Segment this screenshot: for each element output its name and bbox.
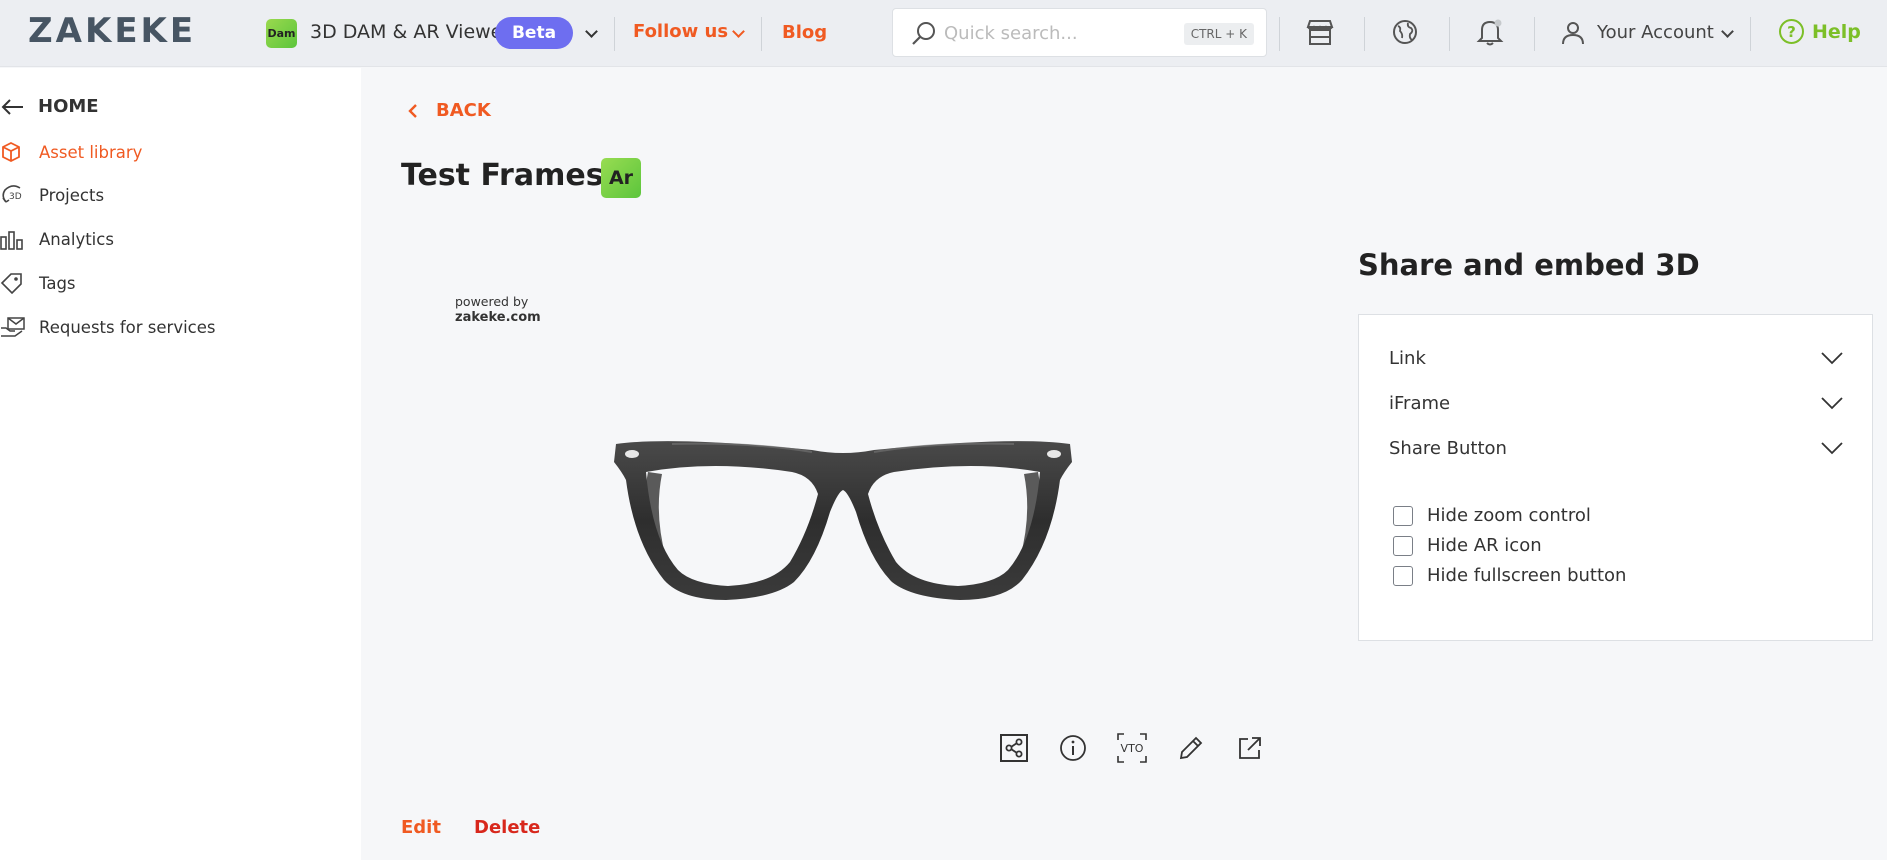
accordion-label: iFrame	[1389, 392, 1451, 414]
viewer-toolbar: VTO	[997, 731, 1266, 764]
services-icon	[0, 315, 28, 339]
vto-icon[interactable]: VTO	[1115, 731, 1148, 764]
divider	[614, 17, 615, 51]
edit-link[interactable]: Edit	[401, 817, 441, 838]
powered-by-domain: zakeke.com	[455, 310, 541, 325]
sidebar-item-label: Requests for services	[39, 317, 216, 337]
search-input[interactable]: Quick search...	[944, 23, 1078, 44]
product-chevron-down-icon[interactable]	[585, 25, 598, 38]
beta-badge: Beta	[495, 17, 573, 49]
back-button[interactable]: BACK	[408, 100, 491, 121]
cube-icon	[0, 140, 28, 164]
sidebar-item-label: Tags	[39, 273, 76, 293]
logo-text: ZAKEKE	[28, 11, 197, 51]
user-icon[interactable]	[1560, 20, 1586, 46]
checkbox-label: Hide AR icon	[1427, 535, 1542, 556]
arrow-left-icon	[1, 98, 23, 115]
home-link[interactable]: HOME	[0, 96, 99, 117]
accordion-label: Share Button	[1389, 437, 1507, 459]
3d-rotate-icon: 3D	[0, 183, 28, 207]
checkbox[interactable]	[1393, 535, 1413, 556]
option-hide-ar-icon[interactable]: Hide AR icon	[1393, 535, 1542, 556]
help-label: Help	[1812, 20, 1861, 43]
bar-chart-icon	[0, 227, 28, 251]
accordion-iframe[interactable]: iFrame	[1389, 388, 1844, 418]
external-link-icon[interactable]	[1233, 731, 1266, 764]
globe-icon[interactable]	[1389, 16, 1421, 48]
checkbox[interactable]	[1393, 505, 1413, 526]
delete-link[interactable]: Delete	[474, 817, 540, 838]
divider	[1279, 17, 1280, 51]
powered-by-watermark: powered by zakeke.com	[455, 294, 541, 325]
divider	[1449, 17, 1450, 51]
page-title: Test Frames	[401, 158, 604, 193]
share-icon[interactable]	[997, 731, 1030, 764]
zakeke-logo[interactable]: ZAKEKE	[28, 11, 197, 51]
share-title: Share and embed 3D	[1358, 248, 1700, 282]
sidebar-item-tags[interactable]: Tags	[0, 268, 76, 298]
follow-us-link[interactable]: Follow us	[633, 21, 728, 42]
option-hide-zoom-control[interactable]: Hide zoom control	[1393, 505, 1591, 526]
product-name[interactable]: 3D DAM & AR Viewer	[310, 21, 510, 43]
divider	[1534, 17, 1535, 51]
blog-link[interactable]: Blog	[782, 22, 827, 43]
chevron-down-icon	[1821, 352, 1843, 365]
pencil-icon[interactable]	[1174, 731, 1207, 764]
store-icon[interactable]	[1304, 16, 1336, 48]
your-account-menu[interactable]: Your Account	[1597, 22, 1714, 43]
checkbox-label: Hide fullscreen button	[1427, 565, 1627, 586]
back-label: BACK	[436, 100, 491, 121]
bell-icon[interactable]	[1474, 16, 1506, 48]
accordion-label: Link	[1389, 347, 1426, 369]
accordion-share-button[interactable]: Share Button	[1389, 433, 1844, 463]
vto-label: VTO	[1120, 742, 1143, 755]
sidebar-item-analytics[interactable]: Analytics	[0, 224, 114, 254]
tag-icon	[0, 271, 28, 295]
home-label: HOME	[38, 96, 99, 117]
account-chevron-down-icon[interactable]	[1721, 25, 1734, 38]
chevron-down-icon	[1821, 442, 1843, 455]
help-button[interactable]: ? Help	[1779, 19, 1861, 44]
search-icon	[912, 22, 935, 45]
sidebar-item-label: Asset library	[39, 142, 143, 162]
search-box[interactable]: Quick search... CTRL + K	[892, 8, 1267, 57]
checkbox-label: Hide zoom control	[1427, 505, 1591, 526]
search-shortcut: CTRL + K	[1183, 23, 1254, 45]
divider	[1750, 17, 1751, 51]
divider	[1364, 17, 1365, 51]
dam-badge: Dam	[266, 19, 297, 48]
info-icon[interactable]	[1056, 731, 1089, 764]
chevron-left-icon	[408, 103, 417, 118]
accordion-link[interactable]: Link	[1389, 343, 1844, 373]
sidebar-item-label: Projects	[39, 185, 105, 205]
follow-chevron-down-icon[interactable]	[732, 25, 745, 38]
svg-text:3D: 3D	[9, 192, 22, 202]
top-bar: ZAKEKE Dam 3D DAM & AR Viewer Beta Follo…	[0, 0, 1887, 67]
sidebar-item-asset-library[interactable]: Asset library	[0, 137, 142, 167]
checkbox[interactable]	[1393, 565, 1413, 586]
share-embed-panel: Link iFrame Share Button Hide zoom contr…	[1358, 314, 1873, 641]
sidebar-item-requests-for-services[interactable]: Requests for services	[0, 312, 216, 342]
sidebar: HOME Asset library 3D Projects Analytics…	[0, 68, 361, 860]
chevron-down-icon	[1821, 397, 1843, 410]
divider	[761, 17, 762, 51]
option-hide-fullscreen-button[interactable]: Hide fullscreen button	[1393, 565, 1626, 586]
glasses-3d-model[interactable]	[612, 432, 1074, 602]
sidebar-item-projects[interactable]: 3D Projects	[0, 180, 104, 210]
sidebar-item-label: Analytics	[39, 229, 114, 249]
powered-by-text: powered by	[455, 294, 529, 309]
help-icon: ?	[1779, 19, 1804, 44]
ar-badge: Ar	[601, 158, 641, 198]
